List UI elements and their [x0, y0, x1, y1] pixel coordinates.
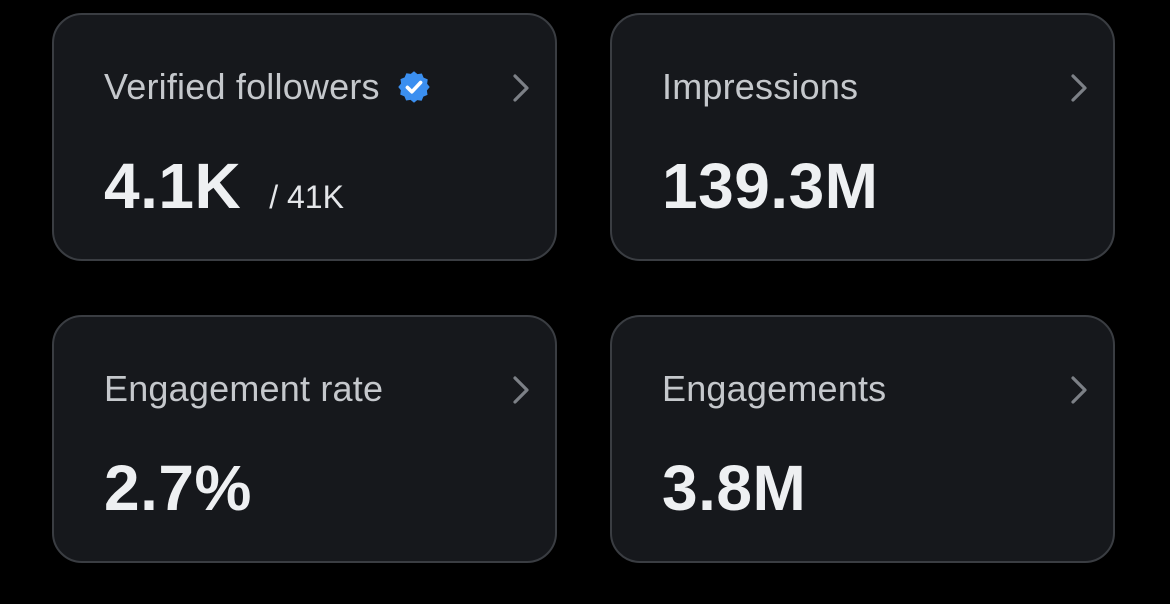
- verified-badge-icon: [396, 69, 432, 105]
- chevron-right-icon: [1067, 71, 1091, 105]
- impressions-label: Impressions: [662, 66, 859, 107]
- card-value-row: 3.8M: [662, 451, 806, 525]
- verified-followers-card[interactable]: Verified followers 4.1K / 41K: [52, 13, 557, 261]
- card-label-row: Verified followers: [104, 65, 432, 109]
- verified-followers-value: 4.1K: [104, 150, 242, 222]
- engagements-label: Engagements: [662, 368, 887, 409]
- card-value-row: 139.3M: [662, 149, 878, 223]
- impressions-card[interactable]: Impressions 139.3M: [610, 13, 1115, 261]
- total-followers-value: / 41K: [269, 179, 344, 215]
- engagement-rate-value: 2.7%: [104, 452, 252, 524]
- card-label-row: Impressions: [662, 65, 858, 109]
- engagement-rate-label: Engagement rate: [104, 368, 384, 409]
- verified-followers-label: Verified followers: [104, 66, 380, 107]
- engagement-rate-card[interactable]: Engagement rate 2.7%: [52, 315, 557, 563]
- card-label-row: Engagement rate: [104, 367, 383, 411]
- card-value-row: 4.1K / 41K: [104, 149, 344, 223]
- chevron-right-icon: [509, 373, 533, 407]
- impressions-value: 139.3M: [662, 150, 879, 222]
- card-label-row: Engagements: [662, 367, 886, 411]
- engagements-value: 3.8M: [662, 452, 807, 524]
- card-value-row: 2.7%: [104, 451, 252, 525]
- engagements-card[interactable]: Engagements 3.8M: [610, 315, 1115, 563]
- chevron-right-icon: [509, 71, 533, 105]
- chevron-right-icon: [1067, 373, 1091, 407]
